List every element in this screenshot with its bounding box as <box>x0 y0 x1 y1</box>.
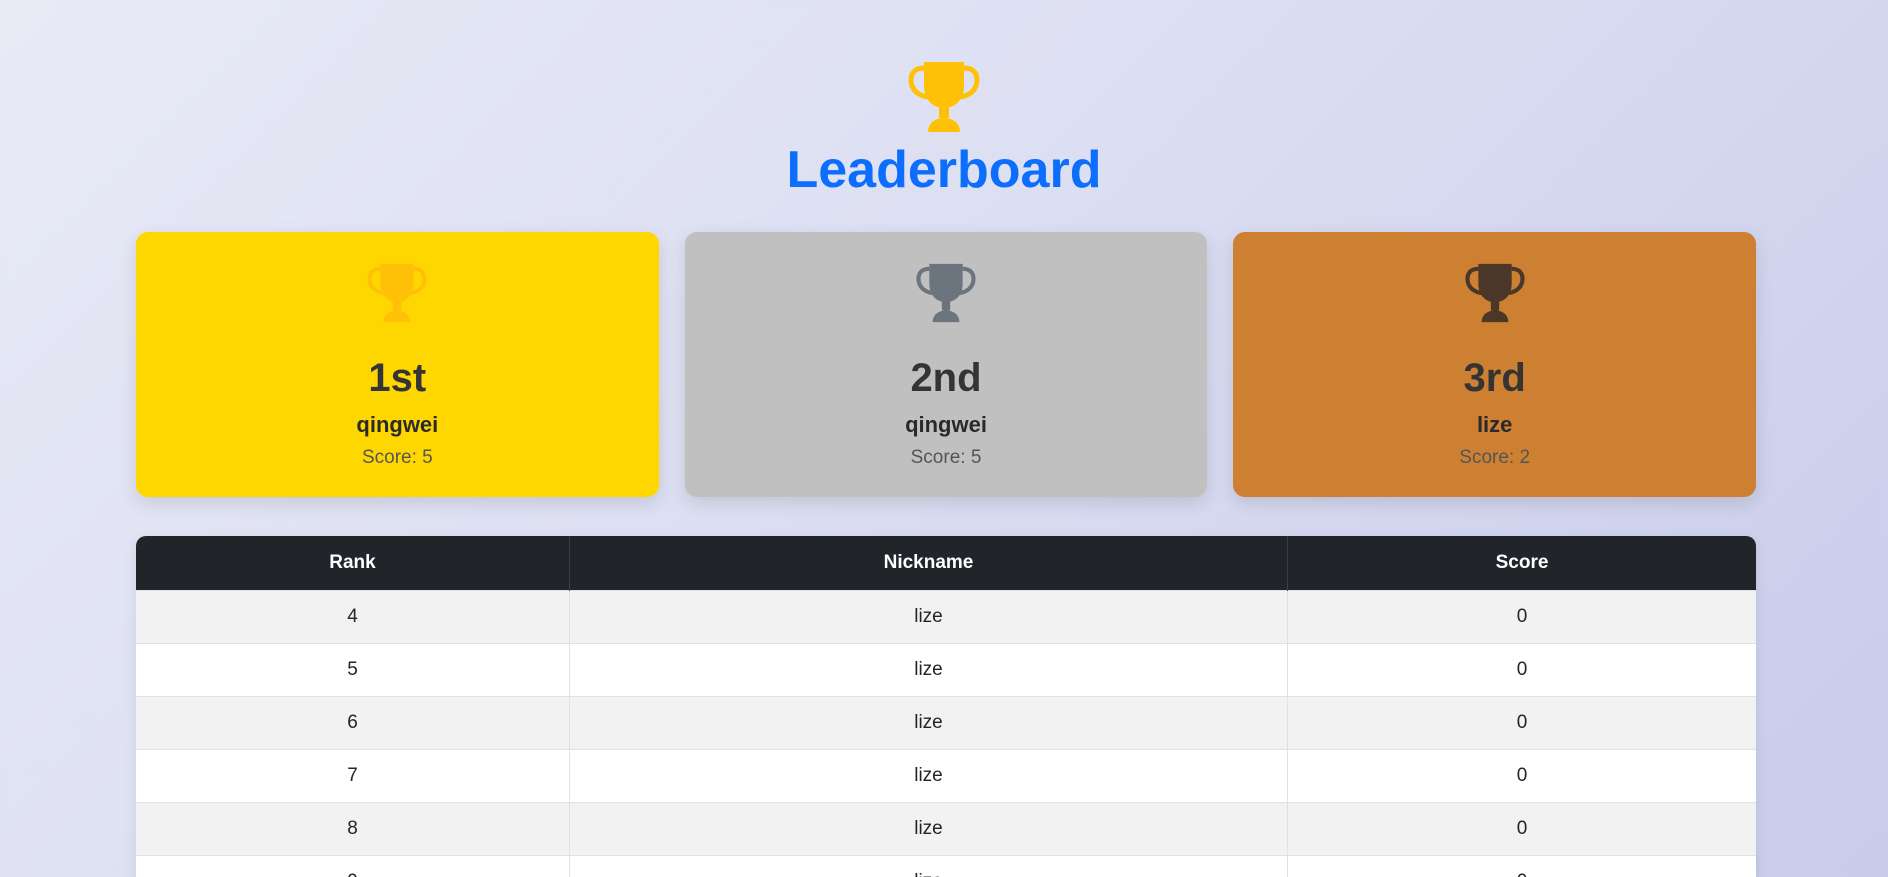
silver-trophy-icon <box>916 263 976 323</box>
score-cell: 0 <box>1287 643 1756 697</box>
score-cell: 0 <box>1287 590 1756 644</box>
rank-cell: 5 <box>136 643 570 697</box>
rank-cell: 4 <box>136 590 570 644</box>
podium-score: Score: 5 <box>910 447 982 468</box>
nickname-cell: lize <box>569 802 1288 856</box>
podium-place: 1st <box>368 356 427 400</box>
leaderboard-table: Rank Nickname Score 4 lize 0 5 lize 0 6 … <box>136 536 1756 877</box>
bronze-trophy-icon <box>1465 263 1525 323</box>
podium-nickname: qingwei <box>905 412 987 437</box>
podium-nickname: lize <box>1476 412 1513 437</box>
podium-score: Score: 2 <box>1459 447 1531 468</box>
trophy-icon <box>908 62 980 132</box>
table-row: 4 lize 0 <box>136 590 1756 644</box>
page-title: Leaderboard <box>786 141 1102 199</box>
podium-nickname: qingwei <box>356 412 439 437</box>
table-header-row: Rank Nickname Score <box>136 536 1756 591</box>
nickname-cell: lize <box>569 590 1288 644</box>
podium-place: 2nd <box>910 356 982 400</box>
score-cell: 0 <box>1287 802 1756 856</box>
nickname-cell: lize <box>569 643 1288 697</box>
table-row: 6 lize 0 <box>136 696 1756 750</box>
nickname-cell: lize <box>569 749 1288 803</box>
table-row: 8 lize 0 <box>136 802 1756 856</box>
podium-card-first: 1st qingwei Score: 5 <box>136 232 659 497</box>
column-header-score: Score <box>1287 536 1756 591</box>
podium-card-second: 2nd qingwei Score: 5 <box>684 232 1208 497</box>
podium-place: 3rd <box>1463 356 1526 400</box>
page-header: Leaderboard <box>0 60 1888 199</box>
nickname-cell: lize <box>569 696 1288 750</box>
column-header-nickname: Nickname <box>569 536 1288 591</box>
leaderboard-table-container: Rank Nickname Score 4 lize 0 5 lize 0 6 … <box>136 536 1756 877</box>
rank-cell: 9 <box>136 855 570 877</box>
column-header-rank: Rank <box>136 536 570 591</box>
table-row: 5 lize 0 <box>136 643 1756 697</box>
podium-score: Score: 5 <box>361 447 433 468</box>
score-cell: 0 <box>1287 855 1756 877</box>
rank-cell: 8 <box>136 802 570 856</box>
table-row: 9 lize 0 <box>136 855 1756 877</box>
gold-trophy-icon <box>367 263 427 323</box>
rank-cell: 6 <box>136 696 570 750</box>
podium: 1st qingwei Score: 5 2nd qingwei Score: … <box>136 232 1757 497</box>
table-row: 7 lize 0 <box>136 749 1756 803</box>
nickname-cell: lize <box>569 855 1288 877</box>
rank-cell: 7 <box>136 749 570 803</box>
podium-card-third: 3rd lize Score: 2 <box>1233 232 1757 497</box>
score-cell: 0 <box>1287 749 1756 803</box>
score-cell: 0 <box>1287 696 1756 750</box>
